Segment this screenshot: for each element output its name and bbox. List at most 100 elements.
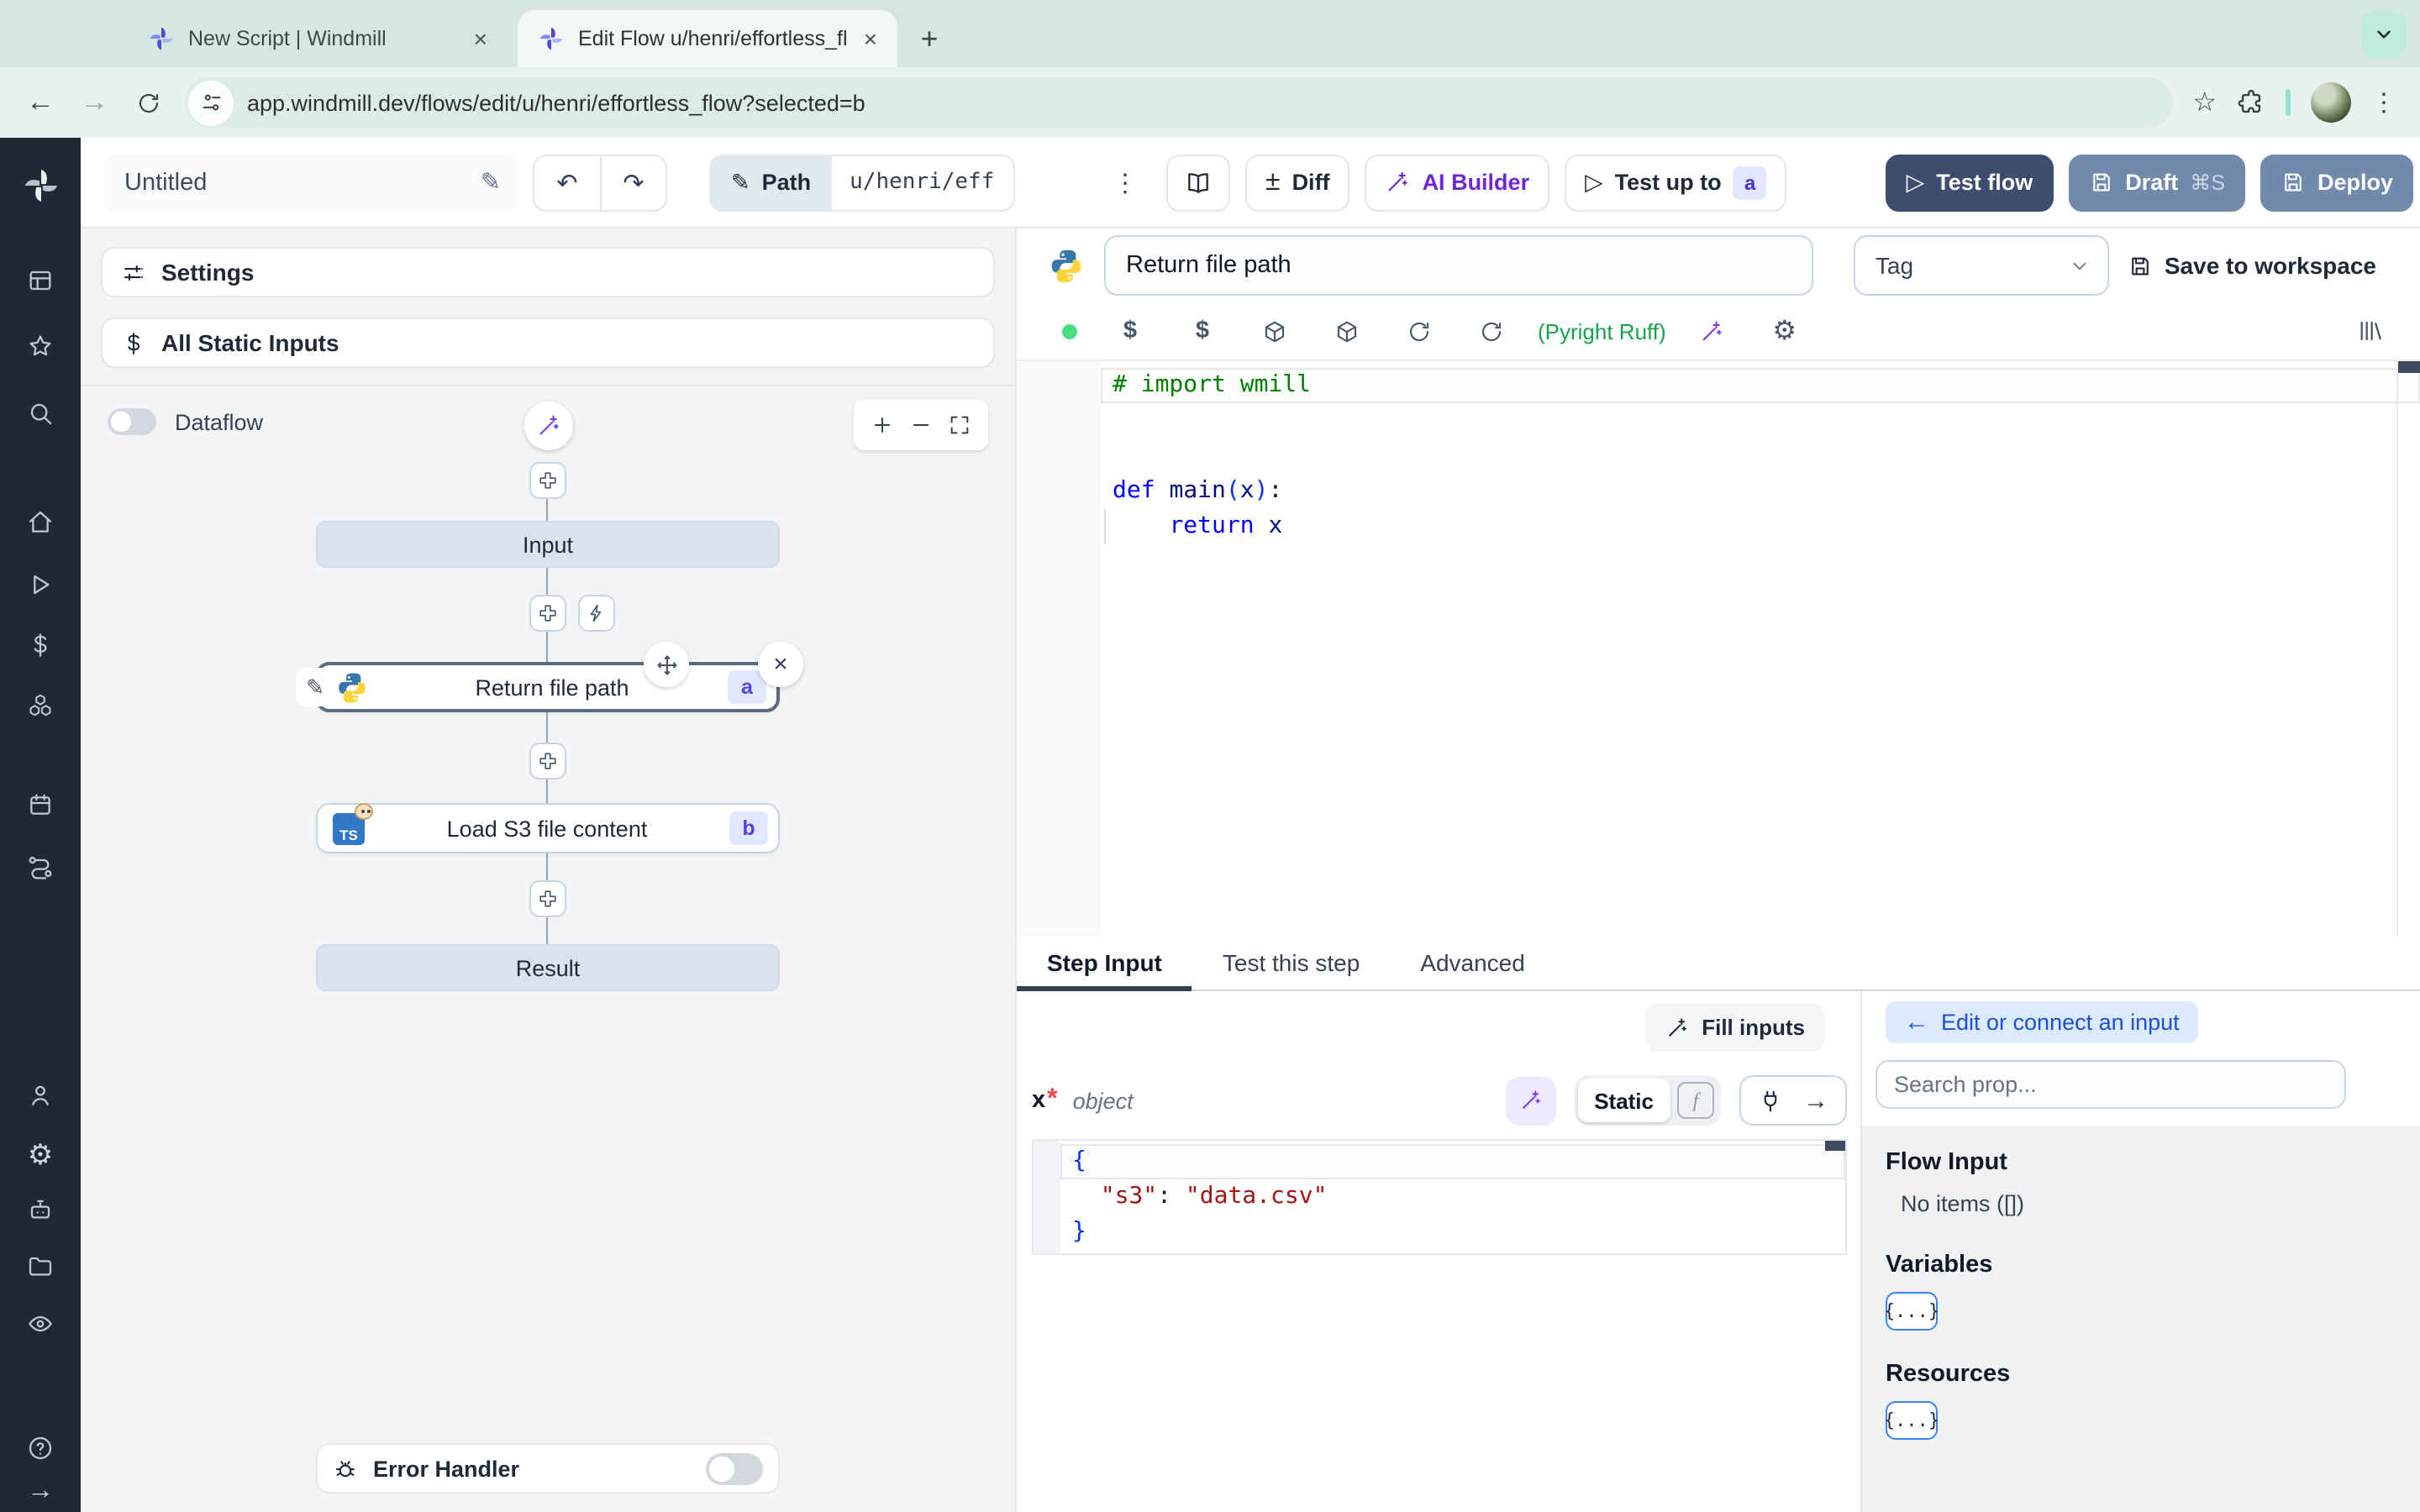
error-handler-card[interactable]: Error Handler xyxy=(316,1443,780,1494)
browser-avatar[interactable] xyxy=(2311,82,2351,123)
draft-button[interactable]: Draft ⌘S xyxy=(2068,154,2245,211)
users-person-icon[interactable] xyxy=(0,1082,81,1109)
fit-view-icon[interactable] xyxy=(947,413,971,437)
resources-cubes-icon[interactable] xyxy=(0,692,81,719)
step-name-input[interactable] xyxy=(1104,235,1813,296)
url-bar[interactable]: app.windmill.dev/flows/edit/u/henri/effo… xyxy=(185,77,2173,128)
insert-step-button[interactable] xyxy=(529,743,566,780)
back-button[interactable]: ← xyxy=(17,79,64,126)
insert-trigger-button[interactable] xyxy=(578,595,615,632)
reload-button[interactable] xyxy=(124,79,171,126)
result-node[interactable]: Result xyxy=(316,944,780,991)
help-icon[interactable] xyxy=(0,1435,81,1462)
package-cube-icon[interactable] xyxy=(1239,318,1311,344)
resources-braces-button[interactable]: {...} xyxy=(1884,1401,1939,1440)
browser-tab-2-active[interactable]: Edit Flow u/henri/effortless_fl × xyxy=(518,10,897,67)
triggers-route-icon[interactable] xyxy=(0,853,81,880)
test-up-to-button[interactable]: ▷ Test up to a xyxy=(1565,154,1787,211)
error-handler-toggle[interactable] xyxy=(706,1452,763,1484)
json-lines[interactable]: { "s3": "data.csv"} xyxy=(1060,1141,1845,1253)
static-dollar-icon[interactable]: $ xyxy=(1166,318,1239,344)
expression-fx-button[interactable]: f xyxy=(1677,1082,1714,1119)
search-icon[interactable] xyxy=(0,400,81,427)
tab-close-icon[interactable]: × xyxy=(860,25,881,52)
tab-advanced[interactable]: Advanced xyxy=(1390,936,1555,990)
code-editor[interactable]: # import wmill def main(x): return x xyxy=(1017,360,2420,936)
tab-close-icon[interactable]: × xyxy=(471,25,491,52)
insert-step-button[interactable] xyxy=(529,595,566,632)
browser-menu-icon[interactable]: ⋮ xyxy=(2371,87,2396,118)
reload-icon[interactable] xyxy=(1383,318,1455,344)
path-value[interactable]: u/henri/eff xyxy=(831,155,1013,209)
undo-button[interactable]: ↶ xyxy=(534,155,600,209)
deploy-button[interactable]: Deploy xyxy=(2260,154,2413,211)
forward-button[interactable]: → xyxy=(71,79,118,126)
library-icon[interactable] xyxy=(2356,318,2383,344)
move-step-handle[interactable] xyxy=(644,642,689,687)
settings-card[interactable]: Settings xyxy=(101,247,995,297)
variables-dollar-icon[interactable]: $ xyxy=(1094,318,1166,344)
arrow-right-icon[interactable]: → xyxy=(1803,1086,1828,1115)
ai-wand-icon[interactable] xyxy=(1676,318,1749,344)
json-value-editor[interactable]: { "s3": "data.csv"} xyxy=(1032,1139,1847,1255)
tab-step-input[interactable]: Step Input xyxy=(1017,936,1193,991)
edit-step-pencil-icon[interactable]: ✎ xyxy=(296,668,334,706)
reload-icon[interactable] xyxy=(1455,318,1528,344)
delete-step-button[interactable]: × xyxy=(758,642,803,687)
home-icon[interactable] xyxy=(0,509,81,536)
new-tab-button[interactable]: + xyxy=(908,17,951,60)
settings-gear-icon[interactable]: ⚙ xyxy=(0,1139,81,1173)
static-mode-button[interactable]: Static xyxy=(1577,1079,1670,1122)
audit-eye-icon[interactable] xyxy=(0,1310,81,1337)
code-lines[interactable]: # import wmill def main(x): return x xyxy=(1101,361,2420,936)
step-node-a[interactable]: ✎ × Return file path a xyxy=(296,642,803,712)
test-flow-button[interactable]: ▷ Test flow xyxy=(1886,154,2054,211)
fill-inputs-button[interactable]: Fill inputs xyxy=(1644,1003,1825,1052)
browser-tab-1[interactable]: New Script | Windmill × xyxy=(128,10,508,67)
insert-step-button[interactable] xyxy=(529,462,566,499)
tab-search-button[interactable] xyxy=(2361,12,2407,57)
redo-button[interactable]: ↷ xyxy=(600,155,666,209)
search-prop-input[interactable] xyxy=(1876,1060,2346,1109)
docs-book-button[interactable] xyxy=(1166,154,1230,211)
variables-braces-button[interactable]: {...} xyxy=(1884,1292,1939,1331)
variables-dollar-icon[interactable] xyxy=(0,632,81,659)
header-kebab-icon[interactable]: ⋮ xyxy=(1099,167,1151,197)
schedules-calendar-icon[interactable] xyxy=(0,791,81,818)
ai-fill-wand-button[interactable] xyxy=(1505,1076,1556,1125)
plus-cross-icon xyxy=(539,472,556,489)
lint-status[interactable]: (Pyright Ruff) xyxy=(1528,318,1676,344)
runs-play-icon[interactable] xyxy=(0,571,81,598)
json-scrollbar[interactable] xyxy=(1825,1141,1845,1151)
tag-select[interactable]: Tag xyxy=(1853,235,2109,296)
input-node[interactable]: Input xyxy=(316,521,780,568)
zoom-out-icon[interactable] xyxy=(909,413,933,437)
extensions-puzzle-icon[interactable] xyxy=(2237,88,2265,117)
edit-or-connect-button[interactable]: ← Edit or connect an input xyxy=(1886,1001,2198,1043)
edit-name-pencil-icon[interactable]: ✎ xyxy=(481,169,501,196)
bookmark-star-icon[interactable]: ☆ xyxy=(2192,86,2217,119)
ai-flow-wand-button[interactable] xyxy=(524,402,573,450)
collapse-arrow-icon[interactable]: → xyxy=(0,1477,81,1507)
insert-step-button[interactable] xyxy=(529,880,566,917)
plug-icon[interactable] xyxy=(1758,1088,1783,1113)
editor-scrollbar[interactable] xyxy=(2398,361,2420,373)
editor-settings-gear-icon[interactable]: ⚙ xyxy=(1749,314,1821,348)
workers-robot-icon[interactable] xyxy=(0,1196,81,1223)
apps-grid-icon[interactable] xyxy=(0,267,81,294)
ai-builder-button[interactable]: AI Builder xyxy=(1365,154,1550,211)
dataflow-toggle[interactable] xyxy=(108,408,156,435)
folders-icon[interactable] xyxy=(0,1253,81,1280)
flow-name-field[interactable]: Untitled ✎ xyxy=(104,154,518,211)
save-to-workspace-button[interactable]: Save to workspace xyxy=(2128,252,2376,279)
favorites-star-icon[interactable] xyxy=(0,333,81,360)
step-node-b[interactable]: TS Load S3 file content b xyxy=(316,802,780,853)
windmill-logo-icon[interactable] xyxy=(0,166,81,205)
path-group[interactable]: ✎ Path u/henri/eff xyxy=(709,154,1015,211)
zoom-in-icon[interactable] xyxy=(871,413,895,437)
tab-test-this-step[interactable]: Test this step xyxy=(1192,936,1390,990)
all-static-inputs-card[interactable]: All Static Inputs xyxy=(101,318,995,368)
site-settings-icon[interactable] xyxy=(188,80,234,125)
package-cube-icon[interactable] xyxy=(1311,318,1383,344)
diff-button[interactable]: ± Diff xyxy=(1245,154,1350,211)
